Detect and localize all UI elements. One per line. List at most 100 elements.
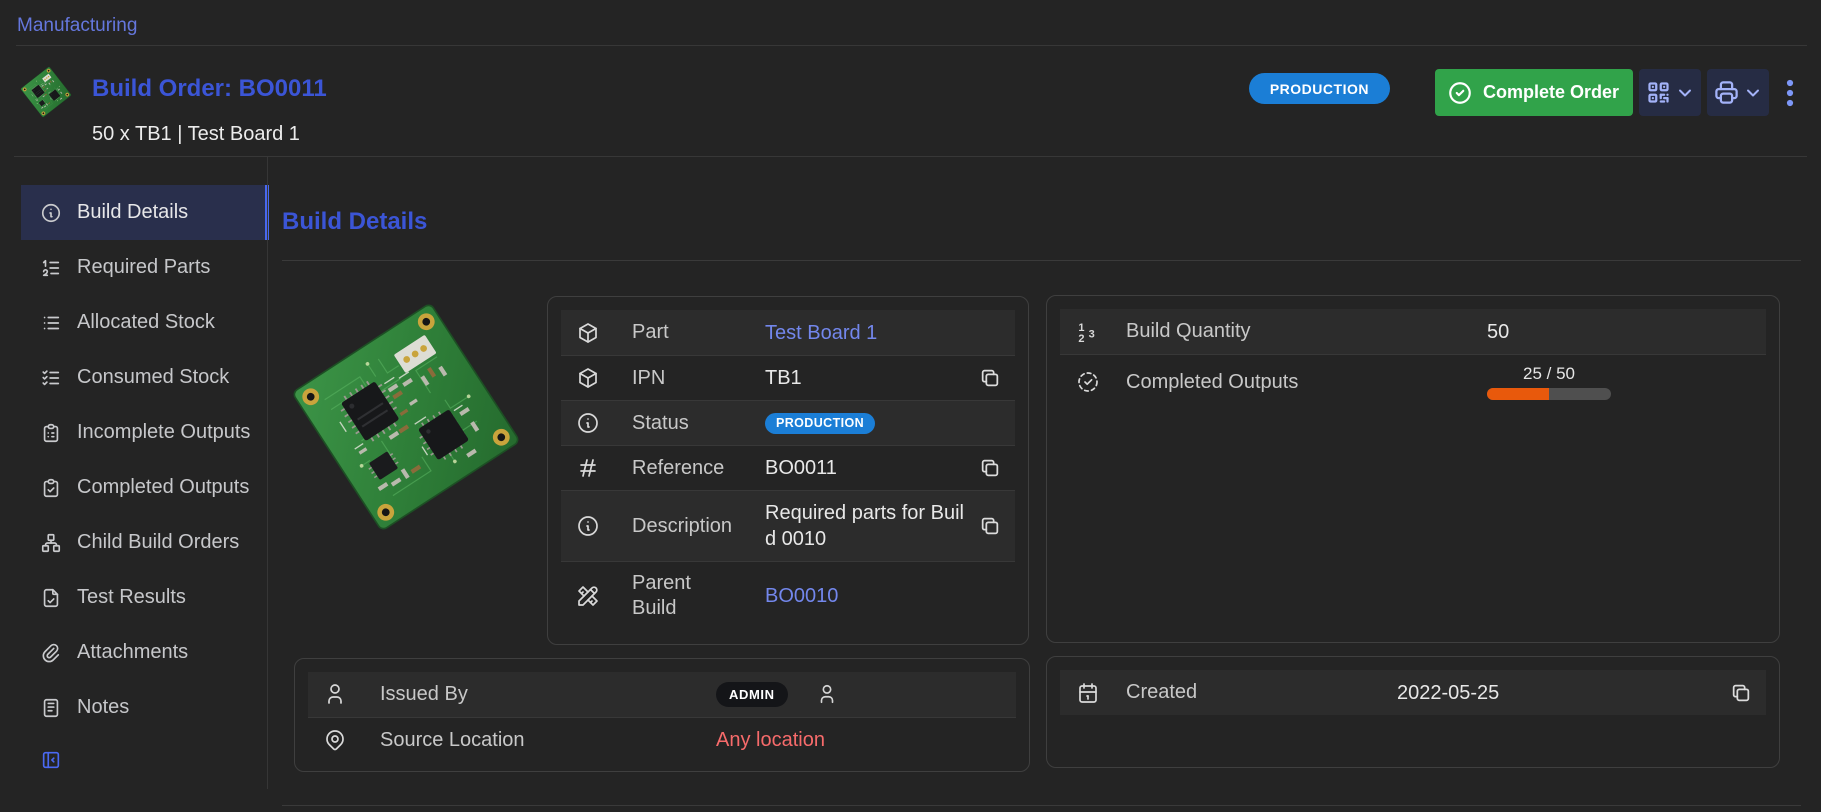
detail-value: PRODUCTION — [765, 413, 975, 434]
breadcrumb-link-manufacturing[interactable]: Manufacturing — [17, 15, 137, 37]
tools-icon — [561, 584, 600, 608]
section-divider — [282, 260, 1801, 261]
numbers-123-icon: 123 — [1060, 320, 1100, 344]
box-icon — [561, 366, 600, 390]
detail-label: Description — [632, 514, 765, 539]
part-image[interactable] — [276, 287, 536, 547]
value-text: 50 — [1487, 321, 1509, 343]
detail-row-part: PartTest Board 1 — [561, 310, 1015, 355]
copy-button[interactable] — [979, 515, 1015, 537]
dots-vertical-icon — [1781, 73, 1799, 113]
detail-label: Build Quantity — [1126, 319, 1487, 344]
page-subtitle: 50 x TB1 | Test Board 1 — [92, 122, 327, 146]
clipboard-check-icon — [40, 477, 62, 499]
sidebar-collapse-button[interactable] — [40, 749, 62, 774]
value-link-source-location[interactable]: Any location — [716, 729, 825, 751]
value-link-parent-build[interactable]: BO0010 — [765, 585, 838, 607]
bottom-divider — [282, 805, 1801, 806]
list-icon — [40, 312, 62, 334]
sidebar-item-build-details[interactable]: Build Details — [21, 185, 268, 240]
svg-text:2: 2 — [1078, 333, 1084, 344]
detail-label: Reference — [632, 456, 765, 481]
detail-label: Created — [1126, 680, 1397, 705]
circle-check-icon — [1447, 80, 1473, 106]
sidebar-item-label: Notes — [77, 696, 129, 719]
sidebar-item-completed-outputs[interactable]: Completed Outputs — [21, 460, 268, 515]
detail-value: Any location — [716, 727, 1016, 753]
complete-order-button[interactable]: Complete Order — [1435, 69, 1633, 116]
progress-check-icon — [1060, 370, 1100, 394]
sidebar-item-label: Allocated Stock — [77, 311, 215, 334]
more-actions-button[interactable] — [1781, 73, 1799, 113]
info-circle-icon — [40, 202, 62, 224]
hash-icon — [561, 456, 600, 480]
user-badge: ADMIN — [716, 682, 788, 707]
detail-row-build-quantity: 123 Build Quantity50 — [1060, 309, 1766, 354]
detail-row-reference: ReferenceBO0011 — [561, 445, 1015, 490]
notes-icon — [40, 697, 62, 719]
sidebar-item-child-build-orders[interactable]: Child Build Orders — [21, 515, 268, 570]
page-header: Build Order: BO0011 50 x TB1 | Test Boar… — [0, 46, 1821, 157]
user-icon — [816, 683, 838, 705]
value-text: Required parts for Build 0010 — [765, 502, 964, 550]
value-link-part[interactable]: Test Board 1 — [765, 322, 877, 344]
sidebar-item-label: Child Build Orders — [77, 531, 239, 554]
print-actions-button[interactable] — [1707, 69, 1769, 116]
box-icon — [561, 321, 600, 345]
copy-button[interactable] — [979, 367, 1015, 389]
map-pin-icon — [308, 728, 347, 752]
value-text: BO0011 — [765, 457, 837, 479]
sidebar-item-test-results[interactable]: Test Results — [21, 570, 268, 625]
layout-sidebar-left-collapse-icon — [40, 749, 62, 771]
section-heading: Build Details — [282, 205, 427, 239]
sidebar-item-label: Test Results — [77, 586, 186, 609]
detail-value: BO0011 — [765, 455, 975, 481]
header-titles: Build Order: BO0011 50 x TB1 | Test Boar… — [92, 74, 327, 146]
detail-value: ADMIN — [716, 682, 1016, 707]
page-title: Build Order: BO0011 — [92, 74, 327, 104]
detail-row-status: StatusPRODUCTION — [561, 400, 1015, 445]
barcode-actions-button[interactable] — [1639, 69, 1701, 116]
detail-row-issued-by: Issued ByADMIN — [308, 672, 1016, 717]
sidebar-item-incomplete-outputs[interactable]: Incomplete Outputs — [21, 405, 268, 460]
progress-bar — [1487, 388, 1611, 400]
detail-label: Completed Outputs — [1126, 370, 1487, 395]
header-actions: PRODUCTION Complete Order — [1249, 69, 1799, 116]
sidebar-item-notes[interactable]: Notes — [21, 680, 268, 735]
top-navigation-bar: Manufacturing — [0, 0, 1821, 46]
status-badge: PRODUCTION — [765, 413, 875, 434]
list-check-icon — [40, 367, 62, 389]
detail-value: 25 / 50 — [1487, 364, 1726, 400]
sidebar-item-allocated-stock[interactable]: Allocated Stock — [21, 295, 268, 350]
completed-outputs-progress: 25 / 50 — [1487, 364, 1611, 400]
sidebar-navigation: Build DetailsRequired Parts Allocated Sto… — [0, 157, 268, 789]
detail-value: Test Board 1 — [765, 320, 975, 346]
copy-button[interactable] — [979, 457, 1015, 479]
detail-value: BO0010 — [765, 583, 975, 609]
detail-label: Source Location — [380, 728, 716, 753]
detail-row-ipn: IPNTB1 — [561, 355, 1015, 400]
progress-label: 25 / 50 — [1523, 364, 1575, 384]
build-details-panel: PartTest Board 1IPNTB1StatusPRODUCTIONRe… — [547, 296, 1029, 645]
chevron-down-icon — [1675, 83, 1695, 103]
detail-label: Issued By — [380, 682, 716, 707]
sidebar-item-label: Incomplete Outputs — [77, 421, 250, 444]
dates-panel: Created2022-05-25 — [1046, 656, 1780, 768]
info-circle-icon — [561, 411, 600, 435]
detail-value: TB1 — [765, 365, 975, 391]
sidebar-item-attachments[interactable]: Attachments — [21, 625, 268, 680]
detail-label: Part — [632, 320, 765, 345]
calendar-icon — [1060, 681, 1100, 705]
sidebar-item-label: Completed Outputs — [77, 476, 249, 499]
sitemap-icon — [40, 532, 62, 554]
detail-value: 50 — [1487, 319, 1726, 345]
file-check-icon — [40, 587, 62, 609]
svg-text:3: 3 — [1089, 328, 1095, 340]
people-panel: Issued ByADMINSource LocationAny locatio… — [294, 658, 1030, 772]
sidebar-item-required-parts[interactable]: Required Parts — [21, 240, 268, 295]
part-thumbnail-image[interactable] — [18, 62, 74, 122]
copy-button[interactable] — [1730, 682, 1766, 704]
value-text: 2022-05-25 — [1397, 682, 1499, 704]
qrcode-icon — [1645, 79, 1672, 106]
sidebar-item-consumed-stock[interactable]: Consumed Stock — [21, 350, 268, 405]
